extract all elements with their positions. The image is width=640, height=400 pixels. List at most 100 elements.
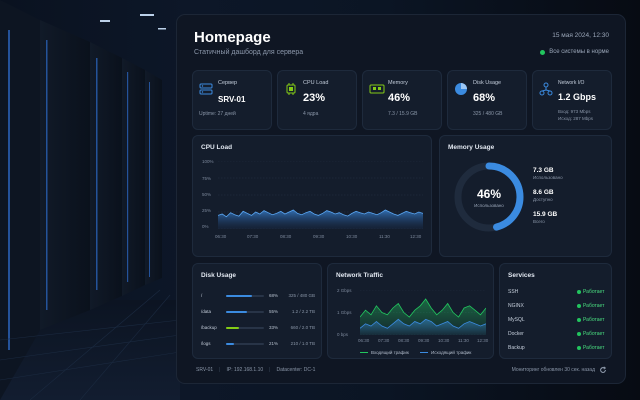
footer-separator: | — [269, 367, 271, 373]
status-dot-icon — [577, 304, 581, 308]
cpu-chart-title: CPU Load — [201, 144, 233, 151]
cpu-load-chart — [218, 161, 423, 229]
memory-usage-card: Memory Usage 46% Использовано 7.3 GB Испо… — [439, 135, 612, 257]
pie-icon — [455, 83, 467, 95]
legend-line-icon — [360, 351, 368, 354]
legend-line-icon — [420, 351, 428, 354]
y-tick-label: 75% — [202, 176, 212, 181]
stat-value: 68% — [473, 92, 496, 104]
x-tick-label: 07:30 — [247, 234, 259, 239]
disk-size: 210 / 1.0 TB — [290, 341, 315, 346]
service-status-text: Работает — [583, 345, 605, 351]
x-tick-label: 10:30 — [438, 338, 450, 343]
disk-percent: 55% — [269, 309, 279, 314]
stat-card-disk[interactable]: Disk Usage 68% 325 / 480 GB — [447, 70, 527, 130]
y-tick-label: 2 Gbps — [337, 288, 352, 293]
footer: SRV-01 | IP: 192.168.1.10 | Datacenter: … — [196, 367, 315, 373]
x-tick-label: 07:30 — [378, 338, 390, 343]
x-tick-label: 12:30 — [477, 338, 489, 343]
memory-used-value: 7.3 GB — [533, 167, 554, 174]
service-row[interactable]: Docker Работает — [508, 331, 605, 337]
service-name: MySQL — [508, 317, 525, 323]
x-tick-label: 08:30 — [280, 234, 292, 239]
x-tick-label: 10:30 — [346, 234, 358, 239]
memory-icon — [369, 84, 385, 94]
service-status-text: Работает — [583, 289, 605, 295]
server-icon — [199, 83, 213, 95]
disk-bar — [226, 343, 264, 345]
service-status: Работает — [577, 303, 604, 309]
network-traffic-chart — [360, 290, 486, 335]
disk-percent: 21% — [269, 341, 279, 346]
disk-bar-fill — [226, 295, 252, 297]
memory-total-label: Всего — [533, 219, 545, 224]
date-time: 15 мая 2024, 12:30 — [552, 32, 609, 39]
memory-total: 15.9 GB Всего — [533, 211, 557, 224]
x-tick-label: 11:30 — [379, 234, 390, 239]
stat-label: CPU Load — [303, 80, 329, 86]
network-title: Network Traffic — [336, 272, 383, 279]
cpu-load-card: CPU Load 100% 75% 50% 25% 0% 06:30 07:30… — [192, 135, 432, 257]
disk-mount: /logs — [201, 341, 211, 346]
x-tick-label: 06:30 — [358, 338, 370, 343]
y-tick-label: 0 bps — [337, 332, 349, 337]
service-row[interactable]: Backup Работает — [508, 345, 605, 351]
stat-label: Memory — [388, 80, 408, 86]
stat-sub: 325 / 480 GB — [473, 111, 503, 117]
status-dot-icon — [577, 332, 581, 336]
service-status-text: Работает — [583, 331, 605, 337]
network-traffic-card: Network Traffic 2 Gbps 1 Gbps 0 bps 06:3… — [327, 263, 494, 359]
stat-card-network[interactable]: Network I/O 1.2 Gbps Вход: 973 Mbps Исхо… — [532, 70, 612, 130]
stat-card-memory[interactable]: Memory 46% 7.3 / 15.9 GB — [362, 70, 442, 130]
disk-row: /logs 21% 210 / 1.0 TB — [201, 340, 315, 348]
memory-center-label: Использовано — [474, 203, 504, 208]
page-subtitle: Статичный дашборд для сервера — [194, 49, 304, 56]
status-dot-icon — [577, 290, 581, 294]
disk-bar — [226, 327, 264, 329]
service-name: Docker — [508, 331, 524, 337]
memory-available-value: 8.6 GB — [533, 189, 554, 196]
x-tick-label: 11:30 — [458, 338, 469, 343]
service-row[interactable]: NGINX Работает — [508, 303, 605, 309]
footer-host: SRV-01 — [196, 367, 214, 373]
service-row[interactable]: SSH Работает — [508, 289, 605, 295]
stat-card-cpu[interactable]: CPU Load 23% 4 ядра — [277, 70, 357, 130]
stat-sub: Uptime: 27 дней — [199, 111, 236, 117]
disk-row: /backup 33% 660 / 2.0 TB — [201, 324, 315, 332]
legend-outgoing: Исходящий трафик — [420, 350, 471, 355]
status-dot-icon — [577, 318, 581, 322]
service-row[interactable]: MySQL Работает — [508, 317, 605, 323]
services-card: Services SSH Работает NGINX Работает MySQL Ра… — [499, 263, 612, 359]
stat-sub-2: Исход: 287 Mbps — [558, 116, 593, 121]
stat-card-server[interactable]: Сервер SRV-01 Uptime: 27 дней — [192, 70, 272, 130]
system-status-text: Все системы в норме — [549, 49, 609, 55]
service-status: Работает — [577, 345, 604, 351]
x-tick-label: 09:30 — [313, 234, 325, 239]
disk-bar — [226, 295, 264, 297]
disk-row: /data 55% 1.2 / 2.2 TB — [201, 308, 315, 316]
footer-ip: IP: 192.168.1.10 — [226, 367, 264, 373]
service-status-text: Работает — [583, 303, 605, 309]
x-tick-label: 12:30 — [410, 234, 422, 239]
disk-row: / 68% 325 / 480 GB — [201, 292, 315, 300]
cpu-icon — [286, 83, 296, 95]
service-name: NGINX — [508, 303, 524, 309]
stat-label: Network I/O — [558, 80, 585, 86]
refresh-icon[interactable] — [599, 366, 607, 374]
stat-value: 23% — [303, 92, 326, 104]
footer-separator: | — [219, 367, 221, 373]
disk-size: 325 / 480 GB — [288, 293, 315, 298]
disk-percent: 33% — [269, 325, 279, 330]
disk-percent: 68% — [269, 293, 279, 298]
disk-bar-fill — [226, 343, 234, 345]
service-status: Работает — [577, 317, 604, 323]
services-title: Services — [508, 272, 535, 279]
stat-sub: 7.3 / 15.9 GB — [388, 111, 418, 117]
legend-incoming-label: Входящий трафик — [371, 350, 409, 355]
stat-value: SRV-01 — [218, 95, 246, 104]
disk-title: Disk Usage — [201, 272, 237, 279]
y-tick-label: 50% — [202, 192, 212, 197]
footer-update: Мониторинг обновлен 30 сек. назад — [512, 366, 607, 374]
service-status-text: Работает — [583, 317, 605, 323]
disk-size: 1.2 / 2.2 TB — [291, 309, 315, 314]
